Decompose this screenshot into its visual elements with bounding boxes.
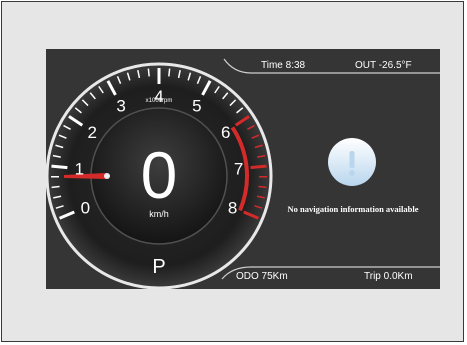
clock-time: Time 8:38 xyxy=(261,60,306,71)
tach-major-tick xyxy=(250,164,267,170)
tach-tick-label: 1 xyxy=(75,160,84,179)
tach-minor-tick xyxy=(258,185,267,189)
tach-tick-label: 3 xyxy=(116,97,125,116)
odometer-reading: ODO 75Km xyxy=(236,271,288,282)
tach-needle-cap xyxy=(104,173,110,179)
rpm-unit-label: x1000rpm xyxy=(146,98,173,104)
outside-temperature: OUT -26.5°F xyxy=(355,60,412,71)
tach-tick-label: 7 xyxy=(234,160,243,179)
tach-tick-label: 0 xyxy=(81,198,90,217)
tach-tick-label: 8 xyxy=(228,198,237,217)
navigation-status-message: No navigation information available xyxy=(287,204,419,214)
tach-minor-tick xyxy=(51,185,60,189)
tach-minor-tick xyxy=(147,68,150,77)
tachometer-gauge: 012345678 0 km/h x1000rpm P xyxy=(46,58,440,289)
tach-major-tick xyxy=(51,164,68,170)
tach-tick-label: 2 xyxy=(88,123,97,142)
instrument-cluster-screen: 012345678 0 km/h x1000rpm P Time 8:38 OU… xyxy=(46,49,440,289)
tach-tick-label: 6 xyxy=(221,123,230,142)
speed-unit-label: km/h xyxy=(149,209,169,219)
tach-tick-label: 5 xyxy=(192,97,201,116)
gear-indicator: P xyxy=(152,256,165,278)
info-bubble-icon xyxy=(328,138,376,186)
tach-minor-tick xyxy=(168,68,171,77)
trip-meter-reading: Trip 0.0Km xyxy=(364,271,413,282)
speed-readout: 0 xyxy=(141,138,178,212)
manual-illustration-frame: 012345678 0 km/h x1000rpm P Time 8:38 OU… xyxy=(1,1,464,342)
